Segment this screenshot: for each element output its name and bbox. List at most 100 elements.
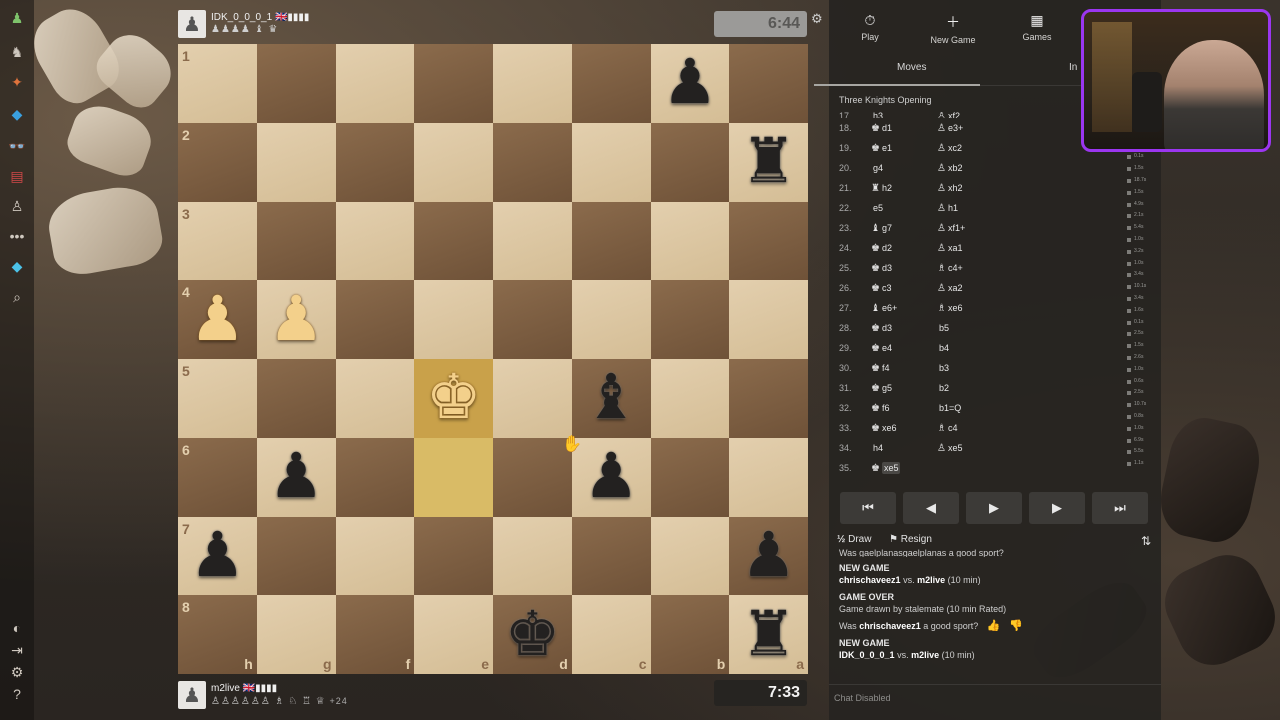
puzzle-icon[interactable]: ✦ [7, 72, 27, 92]
square-h4[interactable]: 4 ♟ [178, 280, 257, 359]
flip-board-icon[interactable]: ⇅ [1141, 534, 1151, 548]
square-e7[interactable] [414, 516, 493, 596]
white-move[interactable]: ♚ d3 [871, 263, 892, 274]
white-move[interactable]: g4 [871, 163, 883, 174]
square-g6[interactable]: ♟ [256, 437, 336, 517]
square-e3[interactable] [414, 201, 493, 281]
square-g2[interactable] [256, 122, 336, 202]
square-c1[interactable] [571, 44, 651, 123]
square-h8[interactable]: 8h [178, 595, 257, 674]
black-move[interactable]: ♙ xb2 [937, 163, 962, 174]
square-f5[interactable] [335, 359, 415, 438]
move-list[interactable]: 17. h3 ♙ xf2 18. ♚ d1 ♙ e3+ 19. ♚ e1 ♙ xc2 20. g4 ♙ xb2 21… [829, 112, 1129, 484]
white-move[interactable]: ♚ d3 [871, 323, 892, 334]
white-move[interactable]: h4 [871, 443, 883, 454]
square-h7[interactable]: 7 ♟ [178, 516, 257, 596]
resign-button[interactable]: ⚑ Resign [889, 534, 932, 545]
white-move[interactable]: ♚ f6 [871, 403, 889, 414]
square-e2[interactable] [414, 122, 493, 202]
square-g3[interactable] [256, 201, 336, 281]
black-move[interactable]: b4 [937, 343, 949, 354]
white-move[interactable]: ♜ h2 [871, 183, 892, 194]
black-move[interactable]: ♗ xe6 [937, 303, 962, 314]
collapse-icon[interactable]: ⇥ [7, 640, 27, 660]
square-b5[interactable] [650, 359, 730, 438]
square-a6[interactable] [729, 437, 808, 517]
avatar[interactable]: ♟ [178, 681, 206, 709]
thumbs-up-icon[interactable]: 👍 [987, 620, 1001, 632]
white-move[interactable]: ♚ f4 [871, 363, 889, 374]
black-move[interactable]: ♙ h1 [937, 203, 958, 214]
square-a8[interactable]: a ♜ [729, 595, 808, 674]
square-e1[interactable] [414, 44, 493, 123]
black-move[interactable]: b5 [937, 323, 949, 334]
square-g8[interactable]: g [256, 595, 336, 674]
chess-pawn-icon[interactable]: ♟ [7, 8, 27, 28]
white-piece-g4[interactable]: ♟ [257, 280, 336, 359]
square-a1[interactable] [729, 44, 808, 123]
theme-icon[interactable]: ◐ [7, 618, 27, 638]
settings-icon[interactable]: ⚙ [7, 662, 27, 682]
square-f1[interactable] [335, 44, 415, 123]
square-b2[interactable] [650, 122, 730, 202]
more-icon[interactable]: ••• [7, 226, 27, 246]
square-c6[interactable]: ♟ [571, 437, 651, 517]
square-e6[interactable] [414, 437, 493, 517]
square-a4[interactable] [729, 280, 808, 359]
square-a7[interactable]: ♟ [729, 516, 808, 596]
square-b1[interactable]: ♟ [650, 44, 730, 123]
white-move[interactable]: ♚ g5 [871, 383, 892, 394]
square-c2[interactable] [571, 122, 651, 202]
black-move[interactable]: ♙ xc2 [937, 143, 962, 154]
black-piece-c5[interactable]: ♝ [572, 359, 651, 438]
next-move-button[interactable]: ▶ [1029, 492, 1085, 524]
square-b7[interactable] [650, 516, 730, 596]
white-move[interactable]: ♚ c3 [871, 283, 891, 294]
learn-icon[interactable]: ◆ [7, 104, 27, 124]
top-player-name[interactable]: IDK_0_0_0_1 [211, 12, 272, 23]
play-icon[interactable]: ♞ [7, 42, 27, 62]
black-move[interactable]: ♙ e3+ [937, 123, 963, 134]
square-d2[interactable] [493, 122, 572, 202]
square-d7[interactable] [493, 516, 572, 596]
square-b8[interactable]: b [650, 595, 730, 674]
square-g4[interactable]: ♟ [256, 280, 336, 359]
square-b3[interactable] [650, 201, 730, 281]
black-piece-g6[interactable]: ♟ [257, 438, 336, 517]
tab-info[interactable]: In [1069, 62, 1077, 73]
thumbs-down-icon[interactable]: 👎 [1009, 620, 1023, 632]
black-move[interactable]: ♙ xh2 [937, 183, 962, 194]
news-icon[interactable]: ▤ [7, 166, 27, 186]
square-d1[interactable] [493, 44, 572, 123]
chess-board[interactable]: 1 ♟ 2 ♜ 3 4 ♟ ♟ 5 ♚ ♝ 6 ♟ ♟ 7 ♟ ♟ 8 h g f e d ♚ c b a ♜ [178, 44, 808, 674]
square-f6[interactable] [335, 437, 415, 517]
square-d8[interactable]: d ♚ [493, 595, 572, 674]
square-b4[interactable] [650, 280, 730, 359]
white-move[interactable]: ♚ e4 [871, 343, 892, 354]
square-c3[interactable] [571, 201, 651, 281]
white-move[interactable]: ♚ xe6 [871, 423, 896, 434]
first-move-button[interactable]: ⏮ [840, 492, 896, 524]
square-f8[interactable]: f [335, 595, 415, 674]
social-icon[interactable]: ♙ [7, 196, 27, 216]
square-h5[interactable]: 5 [178, 359, 257, 438]
black-piece-h7[interactable]: ♟ [178, 517, 257, 596]
black-move[interactable]: ♗ c4 [937, 423, 957, 434]
tab-new-game[interactable]: ＋ New Game [913, 12, 993, 45]
play-moves-button[interactable]: ▶ [966, 492, 1022, 524]
square-d4[interactable] [493, 280, 572, 359]
square-c7[interactable] [571, 516, 651, 596]
square-a2[interactable]: ♜ [729, 122, 808, 202]
black-piece-c6[interactable]: ♟ [572, 438, 651, 517]
square-d6[interactable] [493, 437, 572, 517]
avatar[interactable]: ♟ [178, 10, 206, 38]
square-f7[interactable] [335, 516, 415, 596]
square-f2[interactable] [335, 122, 415, 202]
draw-button[interactable]: ½ Draw [837, 534, 871, 545]
black-move[interactable]: ♗ c4+ [937, 263, 963, 274]
square-e8[interactable]: e [414, 595, 493, 674]
black-move[interactable]: b1=Q [937, 403, 961, 414]
square-h3[interactable]: 3 [178, 201, 257, 281]
square-f4[interactable] [335, 280, 415, 359]
white-piece-h4[interactable]: ♟ [178, 280, 257, 359]
